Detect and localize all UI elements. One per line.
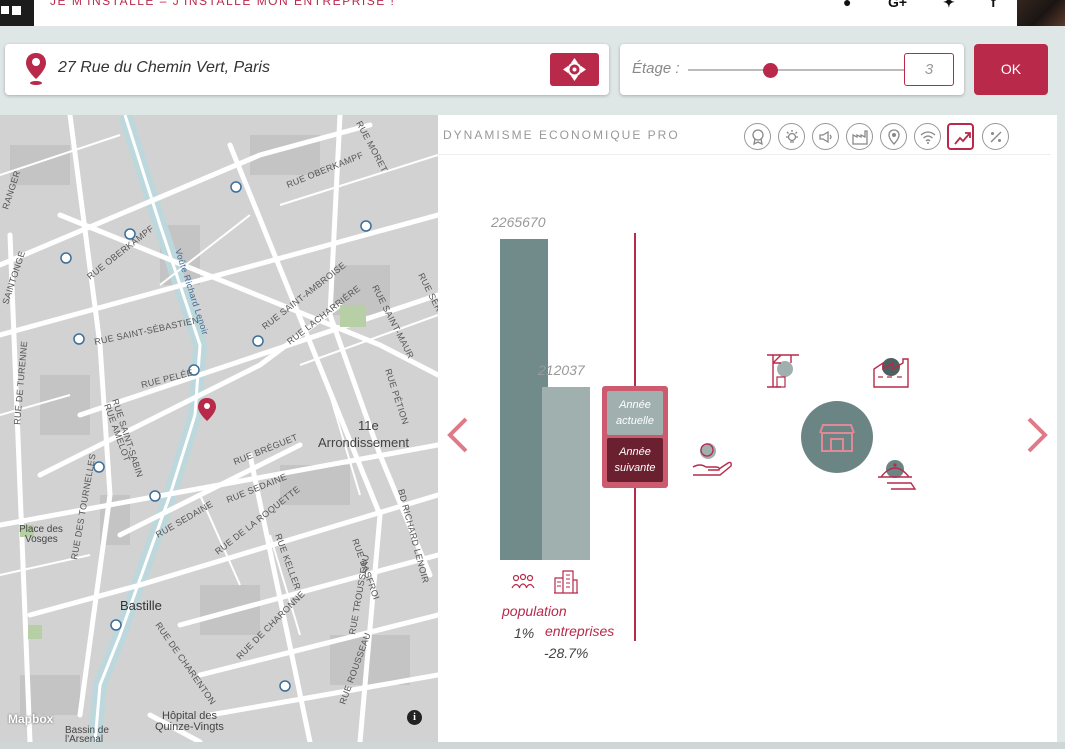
tagline: JE M'INSTALLE – J'INSTALLE MON ENTREPRIS… [50,0,396,8]
entreprises-change: -28.7% [544,645,589,661]
address-search-box[interactable]: 27 Rue du Chemin Vert, Paris [5,44,609,95]
people-icon [511,573,535,589]
facebook-f-icon[interactable]: f [991,0,996,10]
current-year-button[interactable]: Année actuelle [607,391,663,435]
place-label: Bastille [120,598,162,613]
locate-button[interactable] [550,53,599,86]
shop-icon[interactable] [801,401,873,473]
economic-panel: DYNAMISME ECONOMIQUE PRO 2265670 212037 … [438,115,1057,742]
next-arrow-icon[interactable] [1023,415,1051,455]
construction-crane-icon[interactable] [763,351,803,391]
wifi-icon[interactable] [914,123,941,150]
place-label: Quinze-Vingts [155,721,224,733]
percent-icon[interactable] [982,123,1009,150]
building-icon [554,570,578,594]
panel-title: DYNAMISME ECONOMIQUE PRO [443,128,680,142]
lightbulb-icon[interactable] [778,123,805,150]
factory-icon[interactable] [846,123,873,150]
floor-slider-handle[interactable] [763,63,778,78]
crosshair-icon [563,58,586,81]
previous-arrow-icon[interactable] [444,415,472,455]
hand-service-icon[interactable] [690,437,734,481]
megaphone-icon[interactable] [812,123,839,150]
floor-selector: Étage : [620,44,964,95]
arrondissement-label: Arrondissement [318,435,409,450]
address-input[interactable]: 27 Rue du Chemin Vert, Paris [58,59,270,77]
google-plus-icon[interactable]: G+ [888,0,907,10]
population-label: population [502,603,567,619]
map[interactable]: RUE MORET RUE OBERKAMPF RUE OBERKAMPF Vo… [0,115,438,742]
entreprises-bar [542,387,590,560]
info-icon[interactable]: i [407,710,422,725]
arrondissement-number: 11e [358,418,379,433]
street-map[interactable]: RUE MORET RUE OBERKAMPF RUE OBERKAMPF Vo… [0,115,438,742]
logo[interactable] [0,0,34,26]
top-bar: JE M'INSTALLE – J'INSTALLE MON ENTREPRIS… [0,0,1065,26]
award-icon[interactable] [744,123,771,150]
entreprises-label: entreprises [545,623,615,639]
location-pin-icon[interactable] [880,123,907,150]
mapbox-logo[interactable]: Mapbox [8,712,53,726]
facebook-icon[interactable]: ● [843,0,851,10]
map-pin-icon [26,53,46,85]
place-label: l'Arsenal [65,734,103,742]
floor-input[interactable] [904,53,954,86]
entreprises-value: 212037 [538,362,585,378]
page-bottom-edge [0,742,1065,749]
place-label: Vosges [25,534,58,545]
trend-up-icon[interactable] [947,123,974,150]
year-toggle: Année actuelle Année suivante [602,386,668,488]
floor-label: Étage : [632,60,680,77]
population-bar [500,239,548,560]
population-value: 2265670 [491,214,546,230]
avatar[interactable] [1017,0,1065,26]
population-change: 1% [514,625,535,641]
food-cloche-icon[interactable] [875,455,919,499]
ok-button[interactable]: OK [974,44,1048,95]
twitter-icon[interactable]: ✦ [943,0,955,11]
floor-slider-track[interactable] [688,69,906,71]
factory-bubble-icon[interactable] [869,347,913,391]
next-year-button[interactable]: Année suivante [607,438,663,482]
